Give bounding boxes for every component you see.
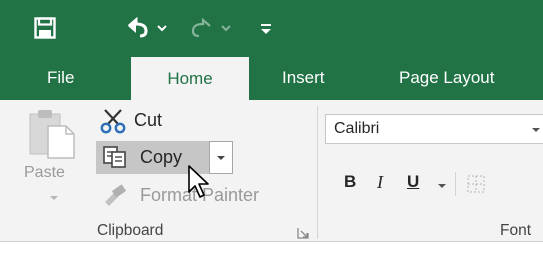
copy-label: Copy xyxy=(140,147,183,167)
bold-label: B xyxy=(344,172,357,191)
font-name-value: Calibri xyxy=(334,120,380,137)
borders-icon[interactable] xyxy=(466,174,486,194)
tab-page-layout[interactable]: Page Layout xyxy=(393,55,500,100)
bold-button[interactable]: B xyxy=(340,168,362,196)
toolbar-divider xyxy=(455,172,456,196)
scissors-icon xyxy=(100,109,126,134)
format-painter-icon xyxy=(105,184,126,206)
redo-dropdown-button[interactable] xyxy=(218,0,234,55)
chevron-down-icon xyxy=(221,24,231,31)
font-group-label: Font xyxy=(500,222,532,239)
copy-icon xyxy=(103,146,126,168)
chevron-down-icon xyxy=(532,128,540,132)
redo-icon xyxy=(191,17,211,37)
save-button[interactable] xyxy=(28,0,62,55)
redo-button[interactable] xyxy=(187,0,217,55)
customize-qat-icon xyxy=(261,23,271,34)
title-bar xyxy=(0,0,543,55)
chevron-down-icon[interactable] xyxy=(437,182,447,190)
ribbon-bottom-edge xyxy=(0,241,543,261)
ribbon-tabs: File Home Insert Page Layout xyxy=(0,55,543,100)
underline-label: U xyxy=(407,172,420,191)
mouse-cursor-icon xyxy=(188,165,209,198)
chevron-down-icon xyxy=(157,24,167,31)
clipboard-group-label: Clipboard xyxy=(97,222,164,239)
ribbon: Paste Cut Copy Format Painter Clipboard … xyxy=(0,100,543,241)
tab-insert[interactable]: Insert xyxy=(276,55,331,100)
paste-button[interactable]: Paste xyxy=(18,106,88,212)
group-divider xyxy=(317,106,318,239)
undo-icon xyxy=(128,16,148,37)
italic-label: I xyxy=(377,172,383,192)
chevron-down-icon xyxy=(217,156,225,160)
chevron-down-icon xyxy=(50,196,58,200)
cut-button[interactable]: Cut xyxy=(96,106,186,136)
font-name-combobox[interactable]: Calibri xyxy=(325,114,543,144)
paste-label: Paste xyxy=(24,164,65,181)
save-icon xyxy=(34,16,56,39)
italic-button[interactable]: I xyxy=(372,168,394,196)
undo-button[interactable] xyxy=(122,0,152,55)
customize-qat-button[interactable] xyxy=(256,0,276,55)
underline-button[interactable]: U xyxy=(403,168,425,196)
dialog-launcher-icon[interactable] xyxy=(297,227,309,239)
tab-home[interactable]: Home xyxy=(131,57,249,100)
paste-icon xyxy=(29,110,75,159)
cut-label: Cut xyxy=(134,110,163,130)
undo-dropdown-button[interactable] xyxy=(154,0,170,55)
tab-file[interactable]: File xyxy=(41,55,80,100)
